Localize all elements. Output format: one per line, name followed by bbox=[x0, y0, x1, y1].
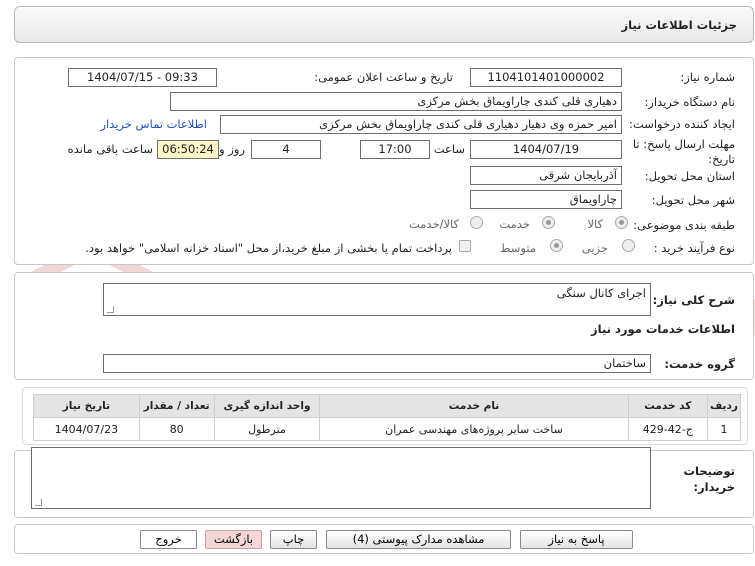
deadline-label: مهلت ارسال پاسخ: تا bbox=[632, 137, 735, 151]
need-number-label: شماره نیاز: bbox=[680, 70, 735, 84]
remaining-time-label: ساعت باقی مانده bbox=[67, 142, 153, 156]
services-table: ردیف کد خدمت نام خدمت واحد اندازه گیری ت… bbox=[33, 394, 742, 441]
creator-label: ایجاد کننده درخواست: bbox=[629, 117, 735, 131]
buyer-contact-link[interactable]: اطلاعات تماس خریدار bbox=[100, 117, 207, 131]
back-button[interactable]: بازگشت bbox=[205, 530, 262, 549]
remaining-days-field: 4 bbox=[251, 140, 321, 159]
col-service-name: نام خدمت bbox=[319, 394, 629, 418]
treasury-payment-note: پرداخت تمام یا بخشی از مبلغ خرید،از محل … bbox=[85, 241, 452, 255]
category-option-service: خدمت bbox=[499, 217, 530, 231]
summary-label: شرح کلی نیاز: bbox=[652, 293, 735, 307]
col-unit: واحد اندازه گیری bbox=[213, 394, 321, 418]
col-quantity: تعداد / مقدار bbox=[138, 394, 215, 418]
city-label: شهر محل تحویل: bbox=[651, 193, 735, 207]
col-service-code: کد خدمت bbox=[627, 394, 708, 418]
days-label: روز و bbox=[219, 142, 245, 156]
buyer-notes-label: توضیحات bbox=[683, 464, 736, 478]
summary-field: اجرای کانال سنگی bbox=[103, 283, 651, 316]
page-title: جزئیات اطلاعات نیاز bbox=[621, 18, 737, 32]
service-group-label: گروه خدمت: bbox=[664, 357, 735, 371]
cell-service-code: ج-42-429 bbox=[627, 417, 708, 441]
table-row: 1 ج-42-429 ساخت سایر پروژه‌های مهندسی عم… bbox=[33, 417, 742, 441]
category-option-goods-service: کالا/خدمت bbox=[408, 217, 459, 231]
process-option-medium: متوسط bbox=[499, 241, 536, 255]
category-radio-service[interactable] bbox=[542, 216, 555, 229]
need-info-panel bbox=[14, 57, 754, 265]
category-label: طبقه بندی موضوعی: bbox=[633, 218, 735, 232]
cell-need-date: 1404/07/23 bbox=[33, 417, 140, 441]
process-type-label: نوع فرآیند خرید : bbox=[653, 241, 735, 255]
announce-datetime-label: تاریخ و ساعت اعلان عمومی: bbox=[314, 70, 453, 84]
cell-service-name: ساخت سایر پروژه‌های مهندسی عمران bbox=[319, 417, 629, 441]
resize-handle[interactable] bbox=[107, 306, 114, 313]
print-button[interactable]: چاپ bbox=[270, 530, 317, 549]
treasury-payment-checkbox[interactable] bbox=[459, 240, 471, 252]
col-need-date: تاریخ نیاز bbox=[33, 394, 140, 418]
province-field: آذربایجان شرقی bbox=[470, 166, 622, 185]
exit-button[interactable]: خروج bbox=[140, 530, 197, 549]
category-radio-goods[interactable] bbox=[615, 216, 628, 229]
cell-quantity: 80 bbox=[138, 417, 215, 441]
summary-text: اجرای کانال سنگی bbox=[556, 286, 646, 300]
need-number-field: 1104101401000002 bbox=[470, 68, 622, 87]
process-radio-medium[interactable] bbox=[550, 239, 563, 252]
category-option-goods: کالا bbox=[587, 217, 603, 231]
province-label: استان محل تحویل: bbox=[644, 169, 735, 183]
deadline-label-date: تاریخ: bbox=[708, 152, 735, 166]
process-option-minor: جزیی bbox=[581, 241, 608, 255]
deadline-date-field: 1404/07/19 bbox=[470, 140, 622, 159]
services-section-title: اطلاعات خدمات مورد نیاز bbox=[591, 322, 735, 336]
buyer-notes-field bbox=[31, 447, 651, 509]
city-field: چاراویماق bbox=[470, 190, 622, 209]
deadline-time-label: ساعت bbox=[433, 142, 465, 156]
cell-unit: مترطول bbox=[213, 417, 321, 441]
notes-resize-handle[interactable] bbox=[35, 499, 42, 506]
process-radio-minor[interactable] bbox=[622, 239, 635, 252]
reply-button[interactable]: پاسخ به نیاز bbox=[520, 530, 633, 549]
remaining-time-field: 06:50:24 bbox=[157, 140, 219, 159]
deadline-time-field: 17:00 bbox=[360, 140, 430, 159]
announce-datetime-field: 1404/07/15 - 09:33 bbox=[68, 68, 217, 87]
table-header-row: ردیف کد خدمت نام خدمت واحد اندازه گیری ت… bbox=[33, 394, 742, 418]
category-radio-goods-service[interactable] bbox=[470, 216, 483, 229]
col-row-number: ردیف bbox=[706, 394, 742, 418]
creator-field: امیر حمزه وی دهیار دهیاری قلی کندی چاراو… bbox=[220, 115, 622, 134]
attachments-button[interactable]: مشاهده مدارک پیوستی (4) bbox=[326, 530, 511, 549]
page-header: جزئیات اطلاعات نیاز bbox=[14, 6, 754, 43]
buyer-org-label: نام دستگاه خریدار: bbox=[644, 95, 735, 109]
service-group-field: ساختمان bbox=[103, 354, 651, 373]
buyer-org-field: دهیاری قلی کندی چاراویماق بخش مرکزی bbox=[170, 92, 622, 111]
cell-row-number: 1 bbox=[706, 417, 742, 441]
buyer-notes-label-line2: خریدار: bbox=[693, 480, 735, 494]
